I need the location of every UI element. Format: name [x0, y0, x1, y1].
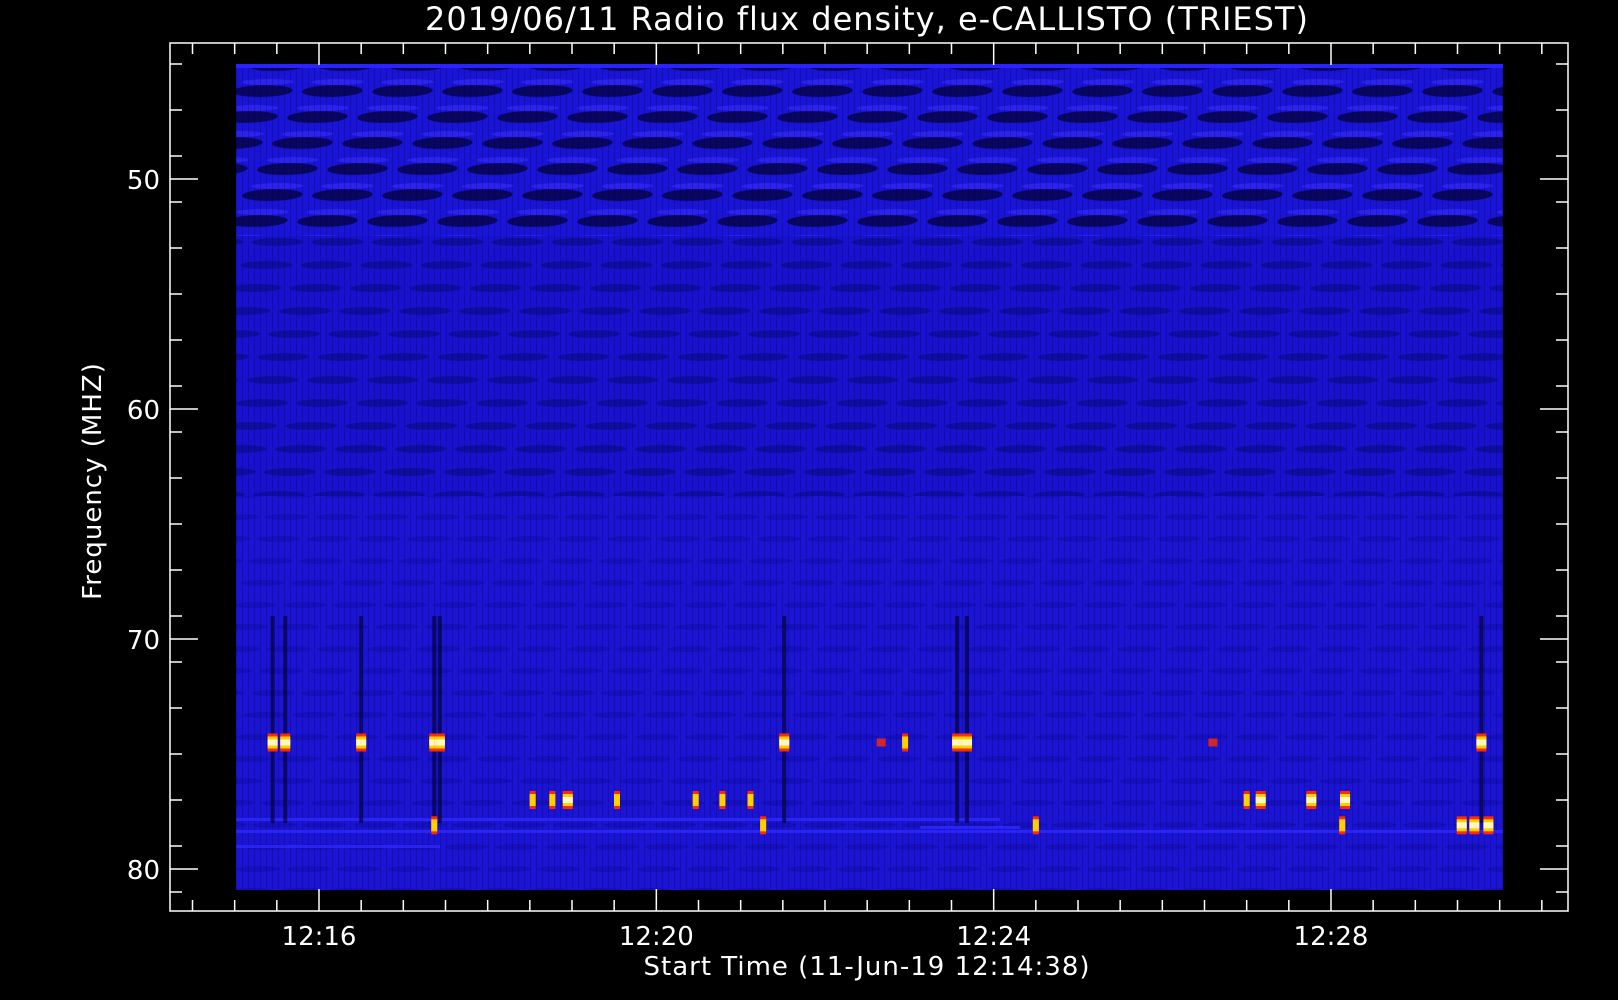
burst-core — [1255, 797, 1266, 803]
spectrogram-area — [236, 64, 1503, 890]
y-tick-label: 50 — [127, 166, 160, 196]
y-tick-label: 80 — [127, 856, 160, 886]
burst-core — [356, 739, 367, 746]
burst-mid — [747, 794, 754, 806]
burst-mark — [613, 791, 620, 809]
burst-mid — [719, 794, 726, 806]
burst-core — [1340, 797, 1351, 803]
burst-core — [952, 739, 963, 746]
x-tick-label: 12:24 — [956, 922, 1031, 952]
burst-core — [267, 739, 278, 746]
y-axis-label: Frequency (MHZ) — [78, 362, 108, 600]
burst-mark — [431, 816, 438, 835]
burst-streak — [782, 616, 787, 823]
top-edge — [236, 64, 1503, 68]
burst-mid — [1243, 794, 1250, 806]
burst-mark — [356, 733, 367, 752]
burst-mark — [529, 791, 536, 809]
vertical-stripes — [236, 64, 1503, 890]
burst-core — [434, 739, 445, 746]
burst-mark — [692, 791, 699, 809]
burst-core — [1483, 822, 1494, 829]
burst-mark — [1456, 816, 1467, 835]
burst-mid — [529, 794, 536, 806]
burst-streak — [270, 616, 275, 823]
burst-mark — [1340, 791, 1351, 809]
burst-mark — [1469, 816, 1480, 835]
burst-mark — [876, 738, 886, 747]
burst-mid — [902, 736, 909, 749]
interference-line — [236, 818, 1000, 821]
x-axis-label: Start Time (11-Jun-19 12:14:38) — [644, 952, 1091, 982]
burst-core — [961, 739, 972, 746]
interference-line — [236, 830, 1503, 833]
y-tick-label: 70 — [127, 626, 160, 656]
burst-mark — [747, 791, 754, 809]
burst-mid — [1339, 819, 1346, 832]
burst-mark — [952, 733, 963, 752]
burst-mark — [760, 816, 767, 835]
burst-mark — [961, 733, 972, 752]
burst-mark — [434, 733, 445, 752]
burst-mark — [1032, 816, 1039, 835]
burst-streak — [283, 616, 288, 823]
y-tick-label: 60 — [127, 396, 160, 426]
burst-mark — [719, 791, 726, 809]
burst-mark — [267, 733, 278, 752]
burst-streak — [432, 616, 437, 823]
spectrogram-chart: 12:16 12:20 12:24 12:28 50 60 70 80 2019/06/11… — [0, 0, 1618, 1000]
burst-core — [1476, 739, 1487, 746]
burst-mid — [760, 819, 767, 832]
burst-mark — [1255, 791, 1266, 809]
burst-core — [562, 797, 573, 803]
burst-streak — [1479, 616, 1484, 823]
x-tick-label: 12:20 — [619, 922, 694, 952]
burst-streak — [955, 616, 960, 823]
burst-mark — [1306, 791, 1317, 809]
burst-mark — [1476, 733, 1487, 752]
burst-mark — [1243, 791, 1250, 809]
interference-line — [236, 845, 440, 848]
burst-core — [280, 739, 291, 746]
burst-mid — [431, 819, 438, 832]
burst-mark — [549, 791, 556, 809]
burst-mark — [902, 733, 909, 752]
burst-streak — [359, 616, 364, 823]
interference-line — [920, 826, 1020, 829]
burst-core — [1456, 822, 1467, 829]
burst-mid — [692, 794, 699, 806]
burst-mark — [280, 733, 291, 752]
burst-core — [779, 739, 790, 746]
x-tick-label: 12:28 — [1294, 922, 1369, 952]
burst-core — [1469, 822, 1480, 829]
burst-mark — [562, 791, 573, 809]
burst-mid — [1032, 819, 1039, 832]
burst-mid — [613, 794, 620, 806]
burst-core — [1306, 797, 1317, 803]
burst-mid — [549, 794, 556, 806]
burst-mark — [1339, 816, 1346, 835]
burst-mark — [1483, 816, 1494, 835]
burst-mark — [779, 733, 790, 752]
x-tick-label: 12:16 — [282, 922, 357, 952]
burst-streak — [437, 616, 442, 823]
burst-streak — [964, 616, 969, 823]
burst-mark — [1208, 738, 1218, 747]
chart-title: 2019/06/11 Radio flux density, e-CALLIST… — [425, 0, 1309, 38]
